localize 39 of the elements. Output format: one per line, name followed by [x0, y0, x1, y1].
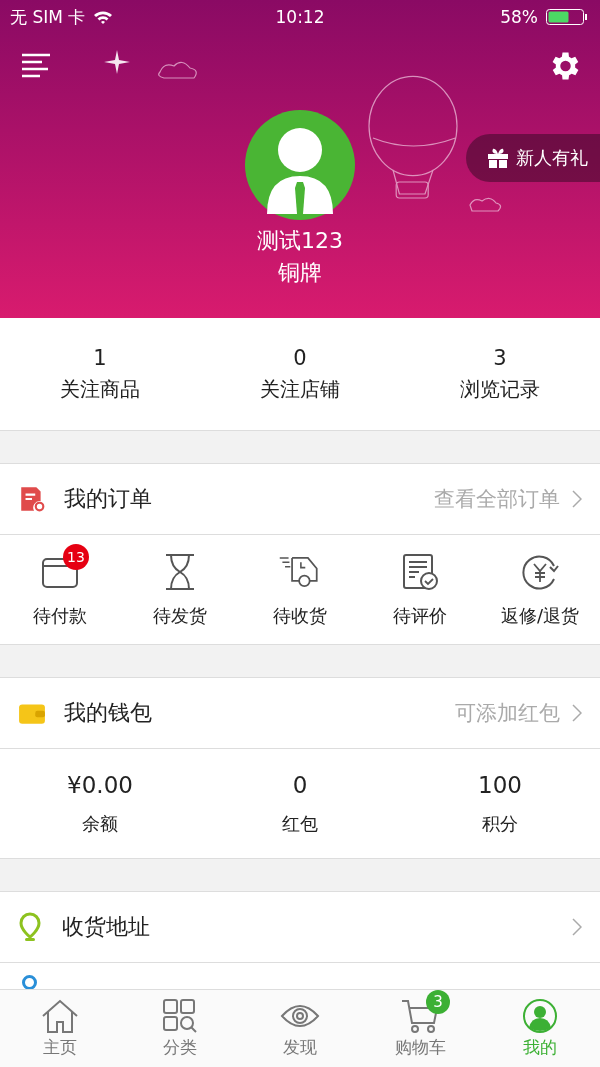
chevron-icon: [572, 918, 582, 936]
count-badge: 3: [426, 990, 450, 1014]
avatar-icon: [245, 110, 355, 220]
member-level: 铜牌: [278, 259, 322, 287]
count-badge: 13: [63, 543, 89, 570]
menu-row[interactable]: 收货地址: [0, 892, 600, 963]
tab-item[interactable]: 主页: [0, 990, 120, 1067]
order-status-button[interactable]: 待发货: [120, 535, 240, 644]
tab-item[interactable]: 发现: [240, 990, 360, 1067]
cloud-drawing: [469, 197, 502, 212]
section-title: 我的订单: [64, 485, 153, 513]
order-status-button[interactable]: 返修/退货: [480, 535, 600, 644]
order-status-button[interactable]: 待收货: [240, 535, 360, 644]
section-title: 我的钱包: [64, 699, 153, 727]
battery-text: 58%: [500, 7, 538, 27]
tab-item[interactable]: 分类: [120, 990, 240, 1067]
wallet-item[interactable]: ¥0.00 余额: [0, 749, 200, 858]
wallet-item[interactable]: 100 积分: [400, 749, 600, 858]
chevron-icon: [572, 490, 582, 508]
cloud-drawing: [158, 61, 197, 79]
battery-icon: [546, 9, 590, 25]
sparkle-icon: [104, 50, 130, 74]
location-pin-icon: [18, 912, 42, 942]
wallet-item[interactable]: 0 红包: [200, 749, 400, 858]
stat-item[interactable]: 1 关注商品: [0, 318, 200, 430]
stat-item[interactable]: 0 关注店铺: [200, 318, 400, 430]
order-status-button[interactable]: 待评价: [360, 535, 480, 644]
gift-icon: [486, 146, 510, 170]
tab-item[interactable]: 3 购物车: [360, 990, 480, 1067]
wifi-icon: [93, 10, 114, 24]
stat-item[interactable]: 3 浏览记录: [400, 318, 600, 430]
clock-text: 10:12: [275, 7, 325, 27]
order-status-button[interactable]: 13 待付款: [0, 535, 120, 644]
menu-icon[interactable]: [20, 52, 52, 80]
gift-button[interactable]: 新人有礼: [466, 134, 600, 182]
carrier-text: 无 SIM 卡: [10, 5, 86, 29]
home-icon: [40, 998, 80, 1034]
chevron-icon: [572, 704, 582, 722]
user-name: 测试123: [257, 227, 343, 255]
